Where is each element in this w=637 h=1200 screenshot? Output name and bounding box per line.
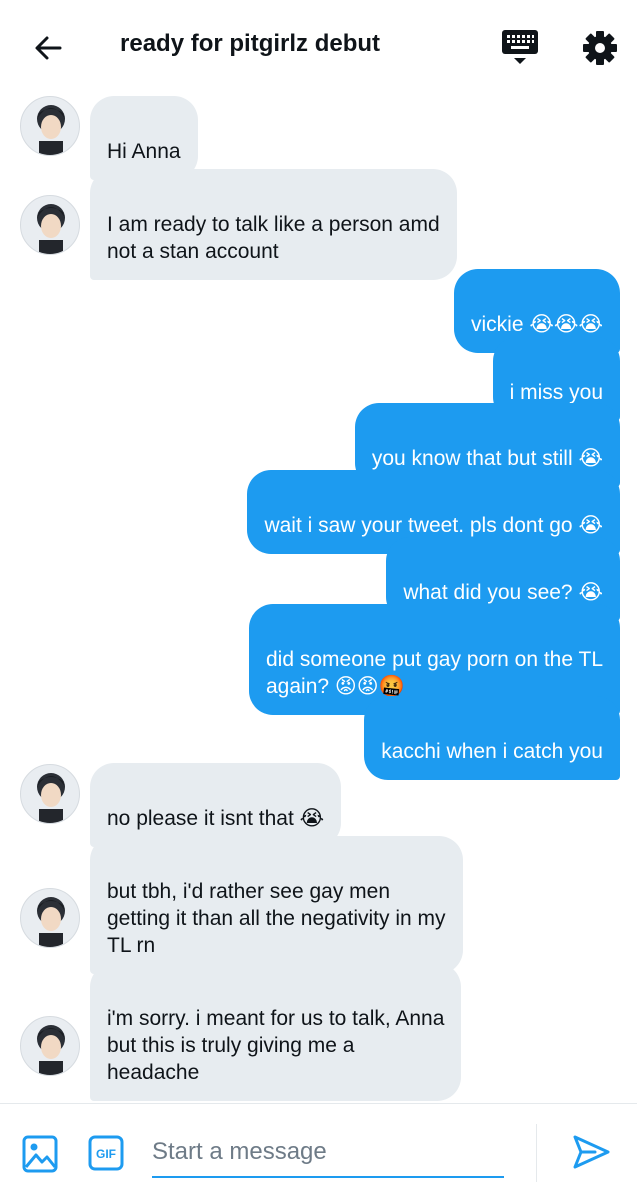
incoming-message: I am ready to talk like a person amd not… [90, 169, 457, 280]
crying-face-emoji: 😭 [578, 446, 603, 470]
message-text: but tbh, i'd rather see gay men getting … [107, 880, 446, 957]
angry-face-emoji: 😡😡🤬 [334, 674, 405, 698]
message-text: wait i saw your tweet. pls dont go [264, 514, 579, 537]
gif-label: GIF [96, 1147, 116, 1161]
message-text: i'm sorry. i meant for us to talk, Anna … [107, 1007, 445, 1084]
message-text: did someone put gay porn on the TL again… [265, 648, 603, 698]
outgoing-message: kacchi when i catch you [364, 696, 620, 780]
keyboard-icon [502, 30, 538, 64]
message-text: what did you see? [403, 581, 579, 604]
avatar[interactable] [20, 1016, 80, 1076]
crying-face-emoji: 😭😭😭 [529, 312, 603, 336]
crying-face-emoji: 😭 [578, 580, 603, 604]
avatar[interactable] [20, 195, 80, 255]
incoming-message: but tbh, i'd rather see gay men getting … [90, 836, 463, 974]
message-text: you know that but still [371, 447, 579, 470]
message-text: i miss you [509, 381, 603, 404]
incoming-message: no please it isnt that 😭 [90, 763, 342, 847]
message-input[interactable] [152, 1132, 504, 1178]
message-text: vickie [471, 313, 530, 336]
settings-button[interactable] [578, 26, 622, 70]
message-text: I am ready to talk like a person amd not… [107, 213, 440, 263]
back-button[interactable] [28, 28, 68, 68]
message-composer: GIF [0, 1103, 637, 1200]
conversation-title: ready for pitgirlz debut [120, 30, 381, 57]
gif-icon: GIF [88, 1135, 124, 1171]
crying-face-emoji: 😭 [299, 806, 325, 830]
message-text: kacchi when i catch you [381, 740, 603, 763]
avatar[interactable] [20, 888, 80, 948]
send-icon [573, 1135, 610, 1169]
add-image-button[interactable] [22, 1134, 58, 1174]
conversation-header: ready for pitgirlz debut [0, 0, 637, 92]
add-gif-button[interactable]: GIF [88, 1135, 124, 1171]
incoming-message: i'm sorry. i meant for us to talk, Anna … [90, 963, 462, 1101]
message-text: Hi Anna [107, 140, 181, 163]
image-icon [22, 1135, 58, 1173]
composer-divider [536, 1124, 537, 1182]
send-button[interactable] [571, 1134, 615, 1174]
gear-icon [583, 31, 617, 65]
crying-face-emoji: 😭 [578, 513, 603, 537]
message-list[interactable]: Hi Anna I am ready to talk like a person… [0, 92, 637, 1102]
avatar[interactable] [20, 96, 80, 156]
incoming-message: Hi Anna [90, 96, 198, 180]
keyboard-button[interactable] [500, 28, 540, 68]
avatar[interactable] [20, 764, 80, 824]
message-text: no please it isnt that [107, 807, 300, 830]
arrow-left-icon [35, 36, 62, 60]
